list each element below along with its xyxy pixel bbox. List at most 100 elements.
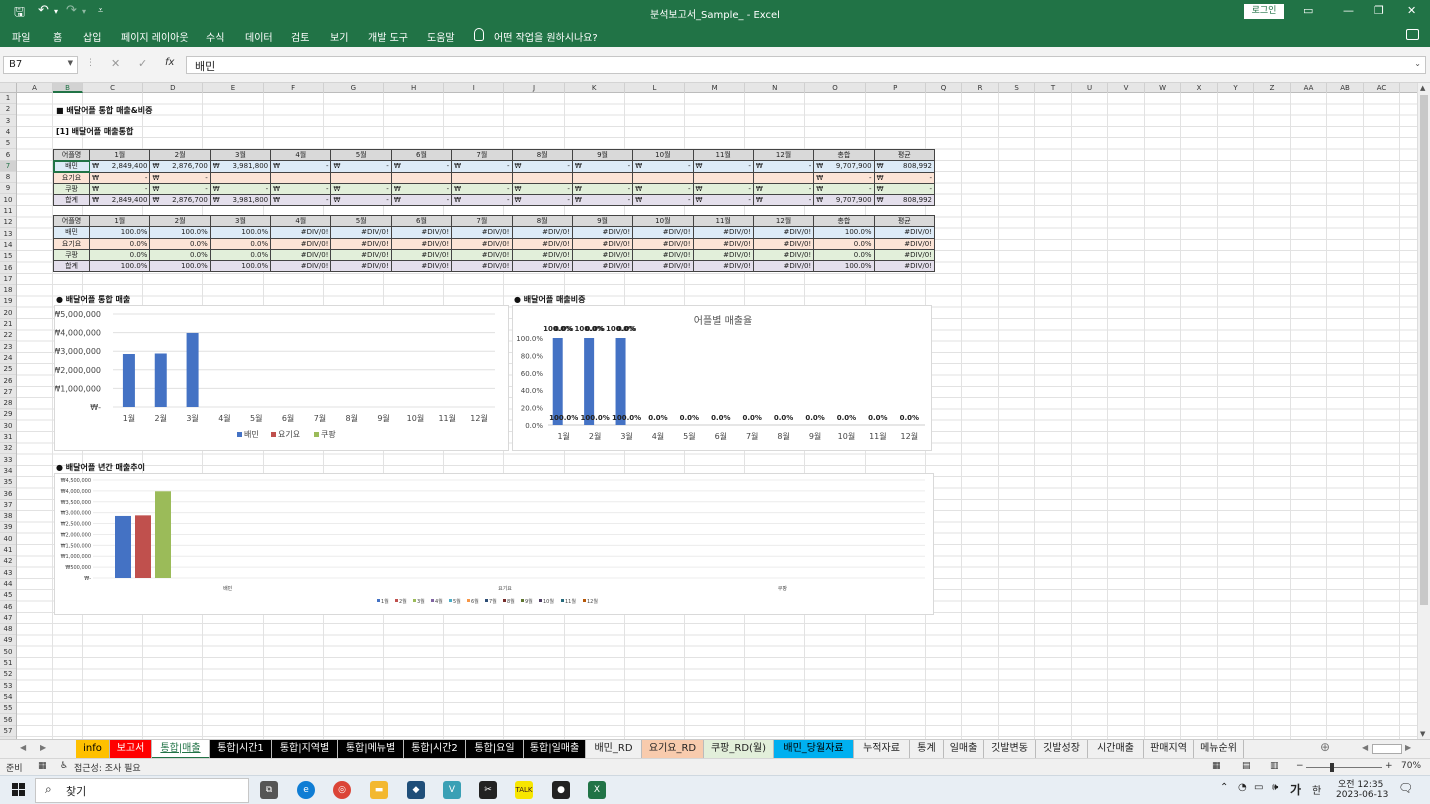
ratio-cell[interactable]: 0.0%: [89, 237, 151, 250]
row-header-49[interactable]: 49: [0, 635, 16, 647]
app-name-cell[interactable]: 요기요: [52, 237, 91, 250]
sheet-tab[interactable]: 보고서: [110, 740, 152, 759]
row-header-5[interactable]: 5: [0, 138, 16, 150]
row-header-47[interactable]: 47: [0, 613, 16, 624]
ratio-cell[interactable]: #DIV/0!: [270, 226, 332, 239]
sales-cell[interactable]: ₩2,876,700: [149, 194, 211, 207]
column-header-p[interactable]: P: [866, 83, 926, 93]
zoom-in-icon[interactable]: +: [1385, 761, 1393, 771]
sheet-tab[interactable]: 일매출: [944, 740, 984, 759]
row-header-57[interactable]: 57: [0, 726, 16, 737]
sales-cell[interactable]: ₩ -: [632, 182, 694, 196]
ratio-cell[interactable]: 100.0%: [209, 226, 272, 239]
sheet-tab[interactable]: 배민_당월자료: [774, 740, 854, 759]
sheet-tab[interactable]: 시간매출: [1088, 740, 1144, 759]
hscroll-left-icon[interactable]: ◀: [1362, 743, 1368, 752]
sales-cell[interactable]: ₩ -: [330, 160, 392, 173]
row-header-1[interactable]: 1: [0, 93, 16, 104]
row-header-52[interactable]: 52: [0, 669, 16, 681]
row-header-29[interactable]: 29: [0, 409, 16, 421]
next-sheet-icon[interactable]: ▶: [40, 743, 46, 752]
app-name-cell[interactable]: 합계: [52, 194, 91, 207]
sales-cell[interactable]: ₩2,849,400: [89, 160, 151, 173]
ratio-cell[interactable]: #DIV/0!: [511, 248, 573, 262]
ratio-cell[interactable]: #DIV/0!: [571, 237, 634, 250]
table-header-cell[interactable]: 7월: [451, 214, 513, 228]
ratio-cell[interactable]: #DIV/0!: [330, 226, 392, 239]
row-header-8[interactable]: 8: [0, 172, 16, 184]
column-header-ab[interactable]: AB: [1327, 83, 1364, 93]
sales-cell[interactable]: ₩2,849,400: [89, 194, 151, 207]
sheet-tab[interactable]: 통합|매출: [152, 740, 210, 759]
sales-cell[interactable]: ₩ -: [330, 194, 392, 207]
tray-overflow-icon[interactable]: ⌃: [1220, 782, 1228, 793]
ratio-cell[interactable]: #DIV/0!: [692, 248, 754, 262]
sales-cell[interactable]: ₩ -: [632, 194, 694, 207]
ratio-cell[interactable]: #DIV/0!: [511, 237, 573, 250]
sales-cell[interactable]: ₩ -: [511, 160, 573, 173]
row-header-27[interactable]: 27: [0, 387, 16, 398]
horizontal-scroll-thumb[interactable]: [1372, 744, 1402, 754]
tab-formulas[interactable]: 수식: [206, 29, 224, 44]
sheet-tab[interactable]: 통합|일매출: [524, 740, 586, 759]
table-header-cell[interactable]: 총합: [813, 148, 875, 162]
tab-file[interactable]: 파일: [12, 29, 30, 44]
sheet-tab[interactable]: 깃발변동: [984, 740, 1036, 759]
sales-cell[interactable]: ₩ -: [270, 160, 332, 173]
row-header-24[interactable]: 24: [0, 353, 16, 364]
ratio-cell[interactable]: #DIV/0!: [632, 226, 694, 239]
ratio-cell[interactable]: #DIV/0!: [451, 237, 513, 250]
row-header-38[interactable]: 38: [0, 511, 16, 523]
ratio-cell[interactable]: #DIV/0!: [692, 237, 754, 250]
table-header-cell[interactable]: 8월: [511, 148, 573, 162]
zoom-out-icon[interactable]: −: [1296, 761, 1304, 771]
table-header-cell[interactable]: 5월: [330, 214, 392, 228]
row-header-53[interactable]: 53: [0, 681, 16, 692]
ratio-cell[interactable]: #DIV/0!: [511, 260, 573, 273]
row-header-37[interactable]: 37: [0, 500, 16, 511]
close-icon[interactable]: ✕: [1407, 4, 1416, 17]
sales-cell[interactable]: ₩9,707,900: [813, 160, 875, 173]
ratio-cell[interactable]: 0.0%: [209, 248, 272, 262]
row-header-13[interactable]: 13: [0, 229, 16, 240]
add-sheet-icon[interactable]: ⊕: [1320, 740, 1330, 754]
row-header-55[interactable]: 55: [0, 703, 16, 715]
table-header-cell[interactable]: 3월: [209, 148, 272, 162]
sheet-tab[interactable]: 요기요_RD: [642, 740, 704, 759]
sales-cell[interactable]: ₩ -: [571, 194, 634, 207]
row-header-16[interactable]: 16: [0, 263, 16, 274]
row-header-50[interactable]: 50: [0, 647, 16, 658]
row-header-18[interactable]: 18: [0, 285, 16, 297]
row-header-34[interactable]: 34: [0, 466, 16, 477]
kakaotalk-icon[interactable]: TALK: [515, 781, 533, 799]
row-header-23[interactable]: 23: [0, 342, 16, 353]
row-header-36[interactable]: 36: [0, 489, 16, 500]
prev-sheet-icon[interactable]: ◀: [20, 743, 26, 752]
sales-cell[interactable]: ₩ -: [873, 182, 936, 196]
sheet-tab[interactable]: 통계: [910, 740, 944, 759]
sheet-tab[interactable]: 통합|시간1: [210, 740, 272, 759]
table-header-cell[interactable]: 4월: [270, 214, 332, 228]
table-header-cell[interactable]: 12월: [752, 214, 815, 228]
row-header-28[interactable]: 28: [0, 398, 16, 410]
sales-cell[interactable]: ₩ -: [813, 182, 875, 196]
ratio-cell[interactable]: #DIV/0!: [873, 260, 936, 273]
sales-cell[interactable]: ₩ -: [511, 194, 573, 207]
row-header-39[interactable]: 39: [0, 522, 16, 534]
sales-cell[interactable]: ₩ -: [149, 182, 211, 196]
ratio-cell[interactable]: #DIV/0!: [390, 260, 453, 273]
ratio-cell[interactable]: #DIV/0!: [692, 226, 754, 239]
ratio-cell[interactable]: 0.0%: [149, 237, 211, 250]
table-header-cell[interactable]: 6월: [390, 214, 453, 228]
table-header-cell[interactable]: 2월: [149, 148, 211, 162]
ratio-cell[interactable]: #DIV/0!: [390, 248, 453, 262]
ratio-cell[interactable]: #DIV/0!: [330, 237, 392, 250]
maximize-icon[interactable]: ❐: [1374, 4, 1384, 17]
row-header-10[interactable]: 10: [0, 195, 16, 206]
tab-insert[interactable]: 삽입: [83, 29, 101, 44]
table-header-cell[interactable]: 3월: [209, 214, 272, 228]
clock-date[interactable]: 2023-06-13: [1336, 790, 1388, 800]
network-icon[interactable]: ▭: [1254, 782, 1263, 793]
column-header-n[interactable]: N: [745, 83, 806, 93]
ratio-cell[interactable]: #DIV/0!: [270, 237, 332, 250]
